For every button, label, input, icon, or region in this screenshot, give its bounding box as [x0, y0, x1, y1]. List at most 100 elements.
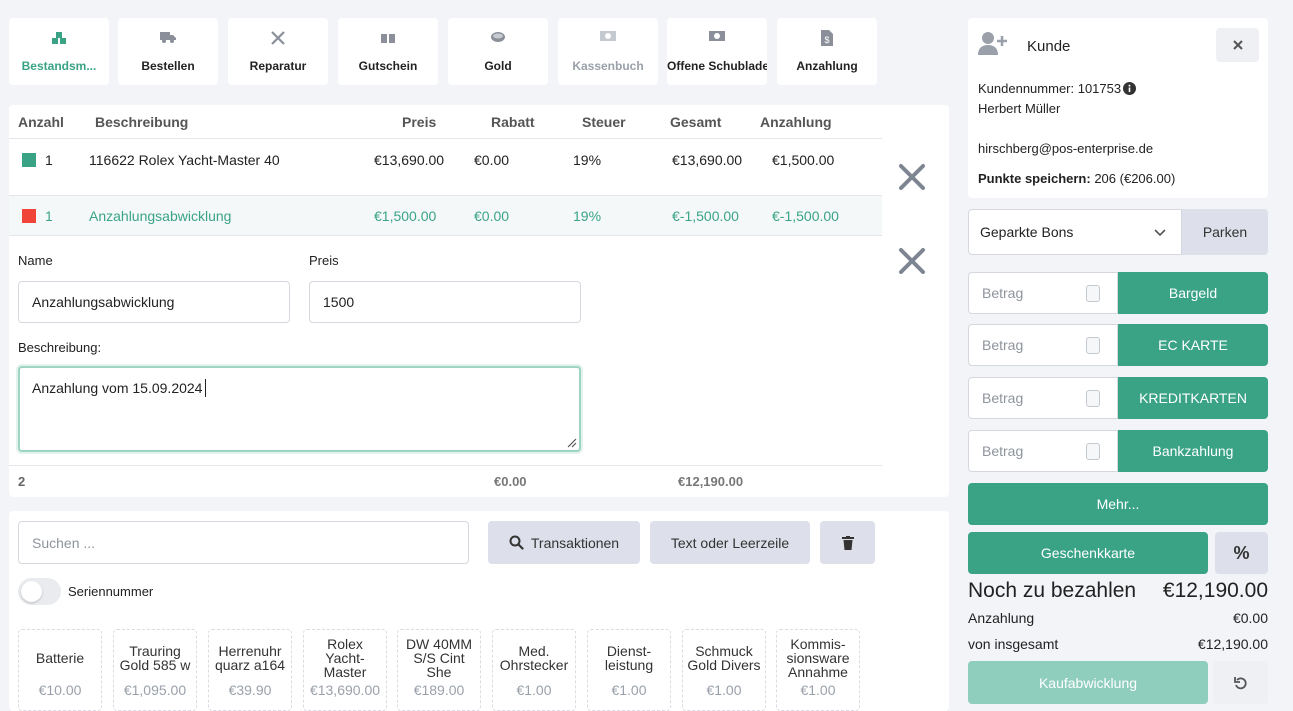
tile-repair[interactable]: Reparatur [228, 18, 328, 85]
product-name: Schmuck Gold Divers [687, 643, 761, 673]
name-input[interactable]: Anzahlungsabwicklung [18, 281, 290, 323]
product-tile[interactable]: Trauring Gold 585 w €1,095.00 [113, 629, 197, 711]
close-customer-button[interactable] [1216, 28, 1259, 62]
text-line-button[interactable]: Text oder Leerzeile [650, 521, 810, 564]
tile-label: Anzahlung [796, 59, 858, 73]
tile-label: Bestellen [141, 59, 195, 73]
search-input[interactable]: Suchen ... [18, 521, 469, 564]
tile-cashbook[interactable]: Kassenbuch [558, 18, 658, 85]
product-tile[interactable]: Rolex Yacht-Master €13,690.00 [303, 629, 387, 711]
product-tile[interactable]: Med. Ohrstecker €1.00 [492, 629, 576, 711]
row-discount: €0.00 [474, 208, 510, 224]
product-tile[interactable]: Batterie €10.00 [18, 629, 102, 711]
parked-select[interactable]: Geparkte Bons [968, 209, 1182, 255]
resize-handle-icon[interactable] [565, 436, 577, 448]
tile-gold[interactable]: Gold [448, 18, 548, 85]
product-tile[interactable]: Dienst-leistung €1.00 [587, 629, 671, 711]
row-price: €13,690.00 [374, 152, 445, 168]
park-button[interactable]: Parken [1182, 209, 1268, 255]
amount-placeholder: Betrag [982, 337, 1024, 353]
checkout-button[interactable]: Kaufabwicklung [968, 661, 1208, 704]
invoice-icon: $ [777, 30, 877, 46]
deposit-label: Anzahlung [968, 610, 1035, 626]
amount-placeholder: Betrag [982, 443, 1024, 459]
customer-email: hirschberg@pos-enterprise.de [978, 141, 1154, 156]
coin-icon [448, 30, 548, 46]
serial-toggle[interactable] [18, 578, 61, 605]
customer-title: Kunde [1027, 38, 1071, 55]
row-color-marker [22, 209, 36, 223]
price-label: Preis [309, 253, 339, 268]
close-icon [1232, 40, 1243, 50]
row-desc: 116622 Rolex Yacht-Master 40 [89, 152, 280, 168]
add-user-icon[interactable] [978, 31, 1008, 55]
price-input[interactable]: 1500 [309, 281, 581, 323]
pay-credit-button[interactable]: KREDITKARTEN [1118, 377, 1268, 419]
close-icon [899, 248, 925, 274]
product-tile[interactable]: Kommis-sionsware Annahme €1.00 [776, 629, 860, 711]
remove-row-button[interactable] [897, 246, 927, 276]
description-label: Beschreibung: [18, 340, 102, 355]
amount-input-bank[interactable]: Betrag [968, 430, 1118, 472]
footer-divider [9, 465, 882, 466]
product-name: Kommis-sionsware Annahme [786, 636, 850, 680]
description-textarea[interactable]: Anzahlung vom 15.09.2024 [18, 366, 581, 452]
stepper-icon[interactable] [1086, 390, 1100, 407]
tile-voucher[interactable]: Gutschein [338, 18, 438, 85]
percent-button[interactable]: % [1215, 532, 1268, 574]
pay-ec-button[interactable]: EC KARTE [1118, 324, 1268, 366]
delete-button[interactable] [820, 521, 875, 564]
tile-order[interactable]: Bestellen [118, 18, 218, 85]
money-icon [667, 30, 767, 46]
row-discount: €0.00 [474, 152, 510, 168]
stepper-icon[interactable] [1086, 285, 1100, 302]
product-name: Herrenuhr quarz a164 [214, 643, 286, 673]
col-desc: Beschreibung [95, 114, 189, 130]
pay-bank-button[interactable]: Bankzahlung [1118, 430, 1268, 472]
product-tile[interactable]: DW 40MM S/S Cint She €189.00 [397, 629, 481, 711]
row-qty: 1 [45, 152, 53, 168]
amount-input-credit[interactable]: Betrag [968, 377, 1118, 419]
amount-input-ec[interactable]: Betrag [968, 324, 1118, 366]
stepper-icon[interactable] [1086, 443, 1100, 460]
product-tile[interactable]: Schmuck Gold Divers €1.00 [682, 629, 766, 711]
undo-button[interactable] [1213, 661, 1268, 704]
tile-label: Bestandsm... [21, 59, 97, 73]
product-price: €189.00 [413, 682, 465, 698]
product-price: €1.00 [516, 682, 552, 698]
truck-icon [118, 30, 218, 46]
row-deposit: €-1,500.00 [772, 208, 839, 224]
row-deposit: €1,500.00 [772, 152, 835, 168]
row-tax: 19% [573, 152, 602, 168]
amount-placeholder: Betrag [982, 390, 1024, 406]
product-name: Dienst-leistung [604, 643, 654, 673]
product-tile[interactable]: Herrenuhr quarz a164 €39.90 [208, 629, 292, 711]
tile-open-drawer[interactable]: Offene Schublade [667, 18, 767, 85]
chevron-down-icon [1154, 229, 1166, 237]
total-value: €12,190.00 [1197, 636, 1268, 652]
transactions-label: Transaktionen [530, 534, 620, 551]
more-button[interactable]: Mehr... [968, 483, 1268, 525]
row-desc: Anzahlungsabwicklung [89, 208, 232, 224]
col-deposit: Anzahlung [760, 114, 832, 130]
giftcard-button[interactable]: Geschenkkarte [968, 532, 1208, 574]
row-total: €13,690.00 [672, 152, 743, 168]
tile-deposit[interactable]: $ Anzahlung [777, 18, 877, 85]
amount-input-cash[interactable]: Betrag [968, 272, 1118, 314]
info-icon[interactable] [1123, 82, 1136, 95]
money-icon [558, 30, 658, 46]
svg-text:$: $ [824, 35, 829, 45]
item-count: 2 [18, 474, 26, 489]
stepper-icon[interactable] [1086, 337, 1100, 354]
trash-icon [841, 535, 854, 550]
tile-label: Reparatur [249, 59, 307, 73]
row-qty: 1 [45, 208, 53, 224]
product-name: Rolex Yacht-Master [323, 636, 367, 680]
tile-stock[interactable]: Bestandsm... [9, 18, 109, 85]
remove-row-button[interactable] [897, 162, 927, 192]
search-placeholder: Suchen ... [32, 534, 96, 551]
transactions-button[interactable]: Transaktionen [488, 521, 640, 564]
pay-cash-button[interactable]: Bargeld [1118, 272, 1268, 314]
parked-select-value: Geparkte Bons [980, 224, 1074, 240]
footer-total: €12,190.00 [678, 474, 744, 489]
